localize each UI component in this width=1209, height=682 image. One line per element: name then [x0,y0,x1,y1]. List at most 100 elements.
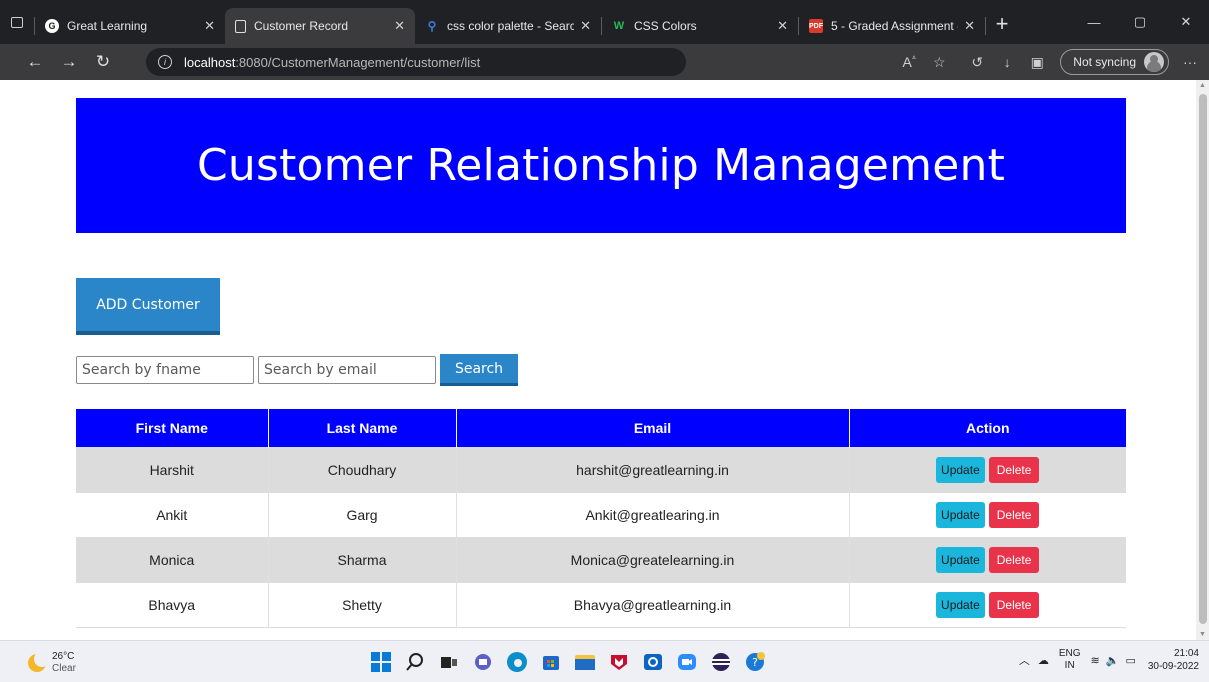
microsoft-store-icon[interactable] [538,649,564,675]
refresh-icon[interactable]: ↻ [86,52,120,72]
new-tab-button[interactable]: + [986,11,1018,37]
pdf-icon: PDF [809,19,823,33]
cell-first-name: Bhavya [76,582,269,627]
search-button[interactable]: Search [440,354,518,386]
cell-email: Ankit@greatlearing.in [456,492,850,537]
header-last-name: Last Name [268,409,457,447]
add-customer-button[interactable]: ADD Customer [76,278,220,335]
moon-icon [28,651,50,672]
page-title: Customer Relationship Management [196,140,1006,191]
collections-icon[interactable]: ▣ [1022,54,1052,71]
delete-button[interactable]: Delete [988,591,1040,618]
tab-label: Customer Record [254,19,349,33]
table-row: Monica Sharma Monica@greatelearning.in U… [76,537,1126,582]
volume-icon[interactable]: 🔈 [1106,654,1120,667]
teams-chat-icon[interactable] [470,649,496,675]
scroll-down-icon[interactable]: ▼ [1196,631,1209,638]
file-explorer-icon[interactable] [572,649,598,675]
edge-browser-icon[interactable] [504,649,530,675]
close-icon[interactable]: ✕ [580,18,591,34]
delete-button[interactable]: Delete [988,456,1040,483]
header-email: Email [456,409,850,447]
tab-actions-icon[interactable] [0,0,34,44]
taskbar: 26°C Clear ? ︿ ☁ ENG IN ≋ 🔈 ▭ 21:04 30-0… [0,640,1209,682]
cell-action: Update Delete [849,582,1126,627]
document-icon [235,19,246,33]
header-first-name: First Name [76,409,269,447]
history-icon[interactable]: ↺ [962,54,992,71]
weather-widget[interactable]: 26°C Clear [28,651,76,675]
info-icon[interactable]: i [158,55,172,69]
close-icon[interactable]: ✕ [204,18,215,34]
tab-customer-record[interactable]: Customer Record ✕ [225,8,415,44]
mcafee-icon[interactable] [606,649,632,675]
more-menu-icon[interactable]: ··· [1175,54,1205,70]
close-window-icon[interactable]: ✕ [1163,14,1209,30]
battery-icon[interactable]: ▭ [1125,654,1135,667]
url-bar[interactable]: i localhost:8080/CustomerManagement/cust… [146,48,686,76]
close-icon[interactable]: ✕ [964,18,975,34]
cell-action: Update Delete [849,447,1126,492]
close-icon[interactable]: ✕ [777,18,788,34]
header-action: Action [849,409,1126,447]
system-tray: ︿ ☁ ENG IN ≋ 🔈 ▭ 21:04 30-09-2022 [1019,647,1199,673]
favorite-star-icon[interactable]: ☆ [924,54,954,71]
read-aloud-icon[interactable]: Aᐞ [894,54,924,70]
cell-action: Update Delete [849,492,1126,537]
cell-last-name: Shetty [268,582,457,627]
clock[interactable]: 21:04 30-09-2022 [1148,647,1199,673]
back-icon[interactable]: ← [18,52,52,72]
update-button[interactable]: Update [936,456,985,483]
wifi-icon[interactable]: ≋ [1091,654,1100,667]
tab-css-color-palette[interactable]: ⚲ css color palette - Search ✕ [415,8,601,44]
page-scrollbar[interactable]: ▲ ▼ [1196,80,1209,640]
browser-tab-bar: G Great Learning ✕ Customer Record ✕ ⚲ c… [0,0,1209,44]
cell-first-name: Harshit [76,447,269,492]
address-bar-row: ← → ↻ i localhost:8080/CustomerManagemen… [0,44,1209,80]
update-button[interactable]: Update [936,501,985,528]
close-icon[interactable]: ✕ [394,18,405,34]
help-app-icon[interactable]: ? [742,649,768,675]
cell-last-name: Sharma [268,537,457,582]
tab-css-colors[interactable]: W CSS Colors ✕ [602,8,798,44]
minimize-icon[interactable]: — [1071,15,1117,30]
cell-email: Monica@greatelearning.in [456,537,850,582]
weather-condition: Clear [52,663,76,674]
update-button[interactable]: Update [936,546,985,573]
forward-icon[interactable]: → [52,52,86,72]
windows-start-icon[interactable] [368,649,394,675]
language-indicator[interactable]: ENG IN [1059,648,1081,672]
sync-label: Not syncing [1073,55,1136,69]
zoom-icon[interactable] [674,649,700,675]
download-icon[interactable]: ↓ [992,54,1022,70]
lang-bottom: IN [1064,660,1075,671]
scroll-thumb[interactable] [1199,94,1207,624]
delete-button[interactable]: Delete [988,501,1040,528]
lang-top: ENG [1058,648,1081,659]
tab-label: Great Learning [67,19,148,33]
svg-text:?: ? [752,656,758,669]
chevron-up-icon[interactable]: ︿ [1019,652,1030,668]
search-icon[interactable] [402,649,428,675]
delete-button[interactable]: Delete [988,546,1040,573]
cell-last-name: Garg [268,492,457,537]
tab-great-learning[interactable]: G Great Learning ✕ [35,8,225,44]
w3schools-icon: W [613,20,625,32]
taskbar-apps: ? [368,649,776,675]
restore-icon[interactable]: ▢ [1117,14,1163,30]
update-button[interactable]: Update [936,591,985,618]
outlook-icon[interactable] [640,649,666,675]
url-host: localhost [184,54,236,70]
scroll-up-icon[interactable]: ▲ [1196,82,1209,89]
eclipse-ide-icon[interactable] [708,649,734,675]
clock-date: 30-09-2022 [1147,661,1199,672]
task-view-icon[interactable] [436,649,462,675]
toolbar-right: Aᐞ ☆ ↺ ↓ ▣ Not syncing ··· [894,44,1209,80]
profile-sync-button[interactable]: Not syncing [1060,49,1169,75]
table-row: Ankit Garg Ankit@greatlearing.in Update D… [76,492,1126,537]
tab-graded-assignment[interactable]: PDF 5 - Graded Assignment - S ✕ [799,8,985,44]
onedrive-cloud-icon[interactable]: ☁ [1038,654,1049,667]
great-learning-icon: G [45,19,59,33]
search-email-input[interactable] [258,356,436,384]
search-fname-input[interactable] [76,356,254,384]
